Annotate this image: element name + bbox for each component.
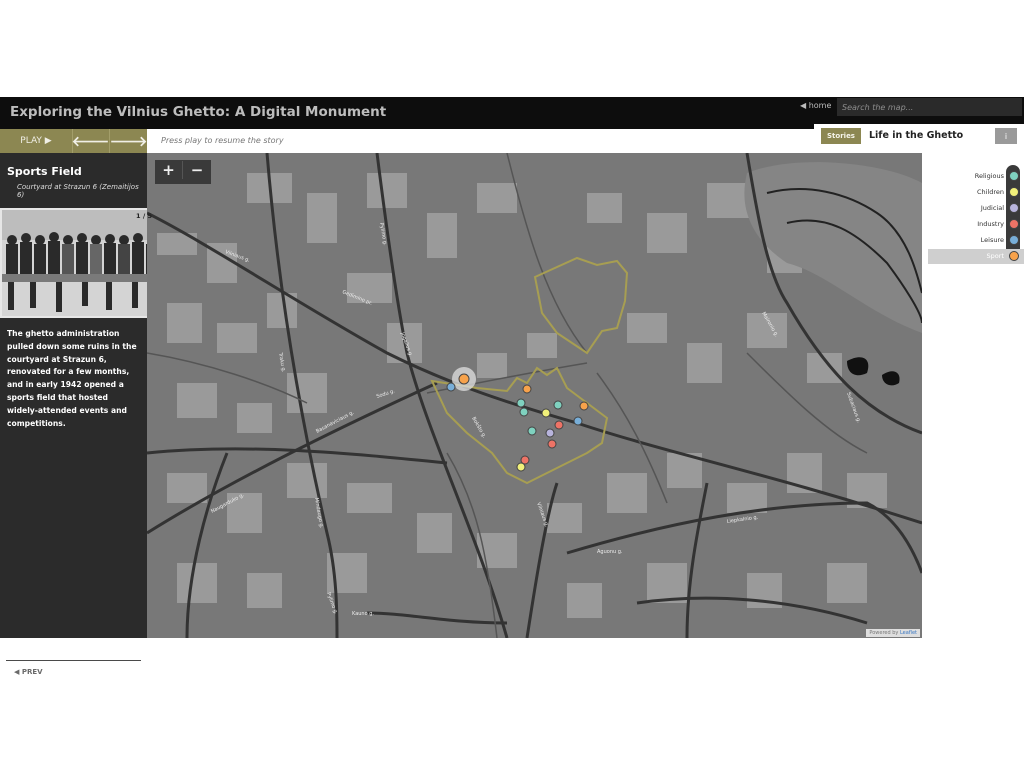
app-title: Exploring the Vilnius Ghetto: A Digital …: [10, 104, 387, 120]
legend-label: Children: [976, 188, 1004, 196]
crowd-photo-image: [2, 210, 156, 316]
legend-item-industry[interactable]: Industry: [928, 217, 1024, 232]
entry-description: The ghetto administration pulled down so…: [7, 329, 137, 428]
stories-button[interactable]: Stories: [821, 128, 861, 144]
legend-item-leisure[interactable]: Leisure: [928, 233, 1024, 248]
legend-swatch-icon: [1009, 235, 1019, 245]
next-page-button[interactable]: NEXT ▶: [100, 668, 129, 676]
legend-label: Judicial: [980, 204, 1004, 212]
app-window: Exploring the Vilnius Ghetto: A Digital …: [0, 97, 1024, 676]
legend-item-sport[interactable]: Sport: [928, 249, 1024, 264]
story-bar: Stories Life in the Ghetto i: [814, 124, 1024, 153]
legend-item-judicial[interactable]: Judicial: [928, 201, 1024, 216]
next-arrow-button[interactable]: 🡒: [109, 129, 147, 153]
story-pager: ◀ PREV 1 of 3 NEXT ▶: [6, 660, 141, 676]
legend-label: Religious: [974, 172, 1004, 180]
previous-arrow-button[interactable]: 🡐: [72, 129, 109, 153]
street-label: Aguonu g.: [597, 549, 623, 555]
legend-swatch-icon: [1009, 187, 1019, 197]
legend-label: Leisure: [980, 236, 1004, 244]
page-indicator: 1 of 3: [60, 668, 83, 676]
legend-swatch-icon: [1009, 219, 1019, 229]
story-sidebar: Sports Field Courtyard at Strazun 6 (Zem…: [0, 153, 158, 638]
legend-swatch-icon: [1009, 171, 1019, 181]
legend-item-religious[interactable]: Religious: [928, 169, 1024, 184]
legend-item-children[interactable]: Children: [928, 185, 1024, 200]
zoom-in-button[interactable]: +: [155, 161, 183, 179]
map-attribution: Powered by Leaflet: [866, 629, 920, 637]
prev-page-button[interactable]: ◀ PREV: [14, 668, 43, 676]
home-link[interactable]: ◀ home: [800, 101, 831, 110]
map-view[interactable]: Vilniaus g. Pylimo g. Gedimino pr. Jogai…: [147, 153, 922, 638]
entry-subtitle: Courtyard at Strazun 6 (Zemaitijos 6): [17, 183, 139, 199]
map-tiles[interactable]: Vilniaus g. Pylimo g. Gedimino pr. Jogai…: [147, 153, 922, 638]
story-title: Life in the Ghetto: [869, 130, 964, 141]
zoom-out-button[interactable]: −: [183, 161, 211, 179]
legend-swatch-icon: [1009, 251, 1019, 261]
resume-hint: Press play to resume the story: [161, 136, 284, 145]
zoom-control: + −: [155, 160, 211, 184]
play-button[interactable]: PLAY ▶: [0, 129, 72, 153]
attribution-text: Powered by: [869, 630, 900, 636]
info-button[interactable]: i: [995, 128, 1017, 144]
legend-label: Sport: [986, 252, 1004, 260]
legend-swatch-icon: [1009, 203, 1019, 213]
entry-photo[interactable]: 1 / 5: [0, 208, 158, 318]
leaflet-link[interactable]: Leaflet: [900, 630, 917, 636]
street-label: Kauno g.: [352, 611, 374, 617]
search-input[interactable]: [837, 98, 1022, 116]
playback-controls: PLAY ▶ 🡐 🡒: [0, 129, 147, 153]
entry-title: Sports Field: [7, 165, 82, 178]
photo-counter: 1 / 5: [136, 212, 152, 220]
legend-label: Industry: [977, 220, 1004, 228]
category-legend: Religious Children Judicial Industry Lei…: [922, 153, 1024, 638]
